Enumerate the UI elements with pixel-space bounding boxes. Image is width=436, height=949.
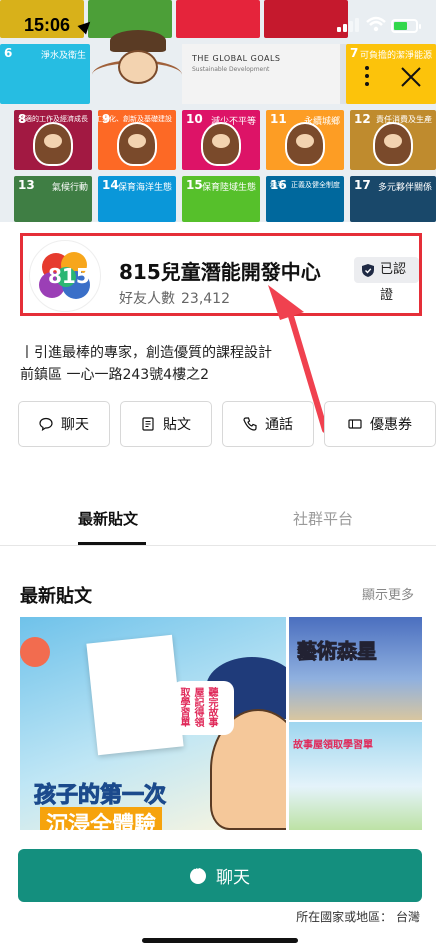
sdg-tile-number: 13 [18,178,35,192]
profile-address[interactable]: 前鎮區 一心一路243號4樓之2 [20,364,209,384]
content-tabs: 最新貼文 社群平台 [0,494,436,546]
sdg-tile-number: 6 [4,46,13,60]
sdg-tile-12: 12 責任消費及生產 [350,110,436,170]
show-more-link[interactable]: 顯示更多 [362,584,414,603]
worksheet-illustration [86,634,184,756]
sdg-tile-label: 多元夥伴關係 [377,183,432,193]
post-headline: 孩子的第一次 [33,783,167,809]
sdg-tile-number: 10 [186,112,203,126]
close-icon[interactable] [398,64,424,90]
friends-count: 好友人數 23,412 [119,288,230,308]
friends-label: 好友人數 [119,291,175,307]
sdg-tile-number: 15 [186,178,203,192]
friends-number: 23,412 [181,291,230,307]
global-goals-box: THE GLOBAL GOALS Sustainable Development [182,44,340,104]
wifi-icon [366,16,386,32]
region-label: 所在國家或地區： 台灣 [296,910,420,924]
svg-text:815: 815 [48,264,90,288]
verified-badge[interactable]: 已認證 [354,257,419,303]
chat-bubble-icon [39,417,53,431]
phone-icon [243,417,257,431]
profile-header: 815 815兒童潛能開發中心 已認證 好友人數 23,412 [20,233,422,316]
chat-button-label: 聊天 [216,868,250,888]
coupon-action-button[interactable]: 優惠券 [324,401,436,447]
chat-bubble-icon [190,864,206,884]
chat-action-button[interactable]: 聊天 [18,401,110,447]
tab-latest-posts[interactable]: 最新貼文 [78,508,138,529]
sdg-tile-label: 淨水及衛生 [40,51,86,61]
speech-bubble-text: 聽完故事屋記得領取學習單 [178,687,217,727]
sdg-tile-8: 8 合適的工作及經濟成長 [14,110,92,170]
sdg-tile-number: 11 [270,112,287,126]
chat-action-label: 聊天 [61,417,89,433]
sdg-tile-label: 氣候行動 [51,183,88,193]
sdg-tile-number: 12 [354,112,371,126]
sdg-tile-17: 17 多元夥伴關係 [350,176,436,222]
cellular-signal-icon [337,18,359,32]
sdg-tile-16: 16 和平、正義及健全制度 [266,176,344,222]
post-image-bottom[interactable]: 故事屋領取學習單 [289,722,422,830]
tab-social-platforms[interactable]: 社群平台 [293,508,353,529]
call-action-button[interactable]: 通話 [222,401,314,447]
shield-icon [362,264,374,277]
post-sign-text: 藝術森星 [297,639,378,664]
more-options-icon[interactable] [362,66,372,90]
coupon-icon [348,419,362,429]
sdg-tile-10: 10 減少不平等 [182,110,260,170]
post-mini-text: 故事屋領取學習單 [293,740,373,751]
verified-label: 已認證 [380,262,407,303]
posts-action-button[interactable]: 貼文 [120,401,212,447]
global-goals-subtitle: Sustainable Development [192,66,270,73]
sdg-tile-6: 6 淨水及衛生 [0,44,90,104]
active-tab-indicator [78,542,146,545]
call-action-label: 通話 [265,417,293,433]
status-time: 15:06 [24,15,71,35]
sdg-tile-number: 14 [102,178,119,192]
posts-action-label: 貼文 [163,417,191,433]
global-goals-title: THE GLOBAL GOALS [192,54,281,63]
action-row: 聊天 貼文 通話 優惠券 [18,401,436,447]
post-image-main[interactable]: 聽完故事屋記得領取學習單 孩子的第一次 沉浸全體驗 [20,617,286,830]
sdg-tile-14: 14 保育海洋生態 [98,176,176,222]
coupon-action-label: 優惠券 [370,417,412,433]
sdg-tile-13: 13 氣候行動 [14,176,92,222]
sdg-tile-label: 保育陸域生態 [201,183,256,193]
status-bar: 15:06 [0,0,436,44]
profile-description: 丨引進最棒的專家，創造優質的課程設計 [20,345,272,361]
avatar[interactable]: 815 [29,240,101,312]
location-arrow-icon [77,17,95,35]
sdg-tile-label: 保育海洋生態 [117,183,172,193]
sdg-tile-label: 和平、正義及健全制度 [270,181,340,189]
chat-button[interactable]: 聊天 [18,849,422,902]
section-title: 最新貼文 [20,586,92,607]
sdg-tile-number: 17 [354,178,371,192]
sdg-tile-15: 15 保育陸域生態 [182,176,260,222]
brand-logo-icon [20,637,50,667]
sdg-tile-11: 11 永續城鄉 [266,110,344,170]
brand-logo-icon: 815 [39,252,90,299]
post-image-top[interactable]: 藝術森星 [289,617,422,720]
document-icon [142,417,154,431]
sdg-tile-number: 7 [350,46,359,60]
speech-bubble: 聽完故事屋記得領取學習單 [172,681,234,735]
page-title: 815兒童潛能開發中心 [119,260,321,284]
sdg-tile-label: 可負擔的潔淨能源 [359,51,432,61]
home-indicator[interactable] [142,938,298,943]
battery-icon [391,19,421,33]
sdg-tile-9: 9 工業化、創新及基礎建設 [98,110,176,170]
post-subheadline: 沉浸全體驗 [40,807,163,830]
